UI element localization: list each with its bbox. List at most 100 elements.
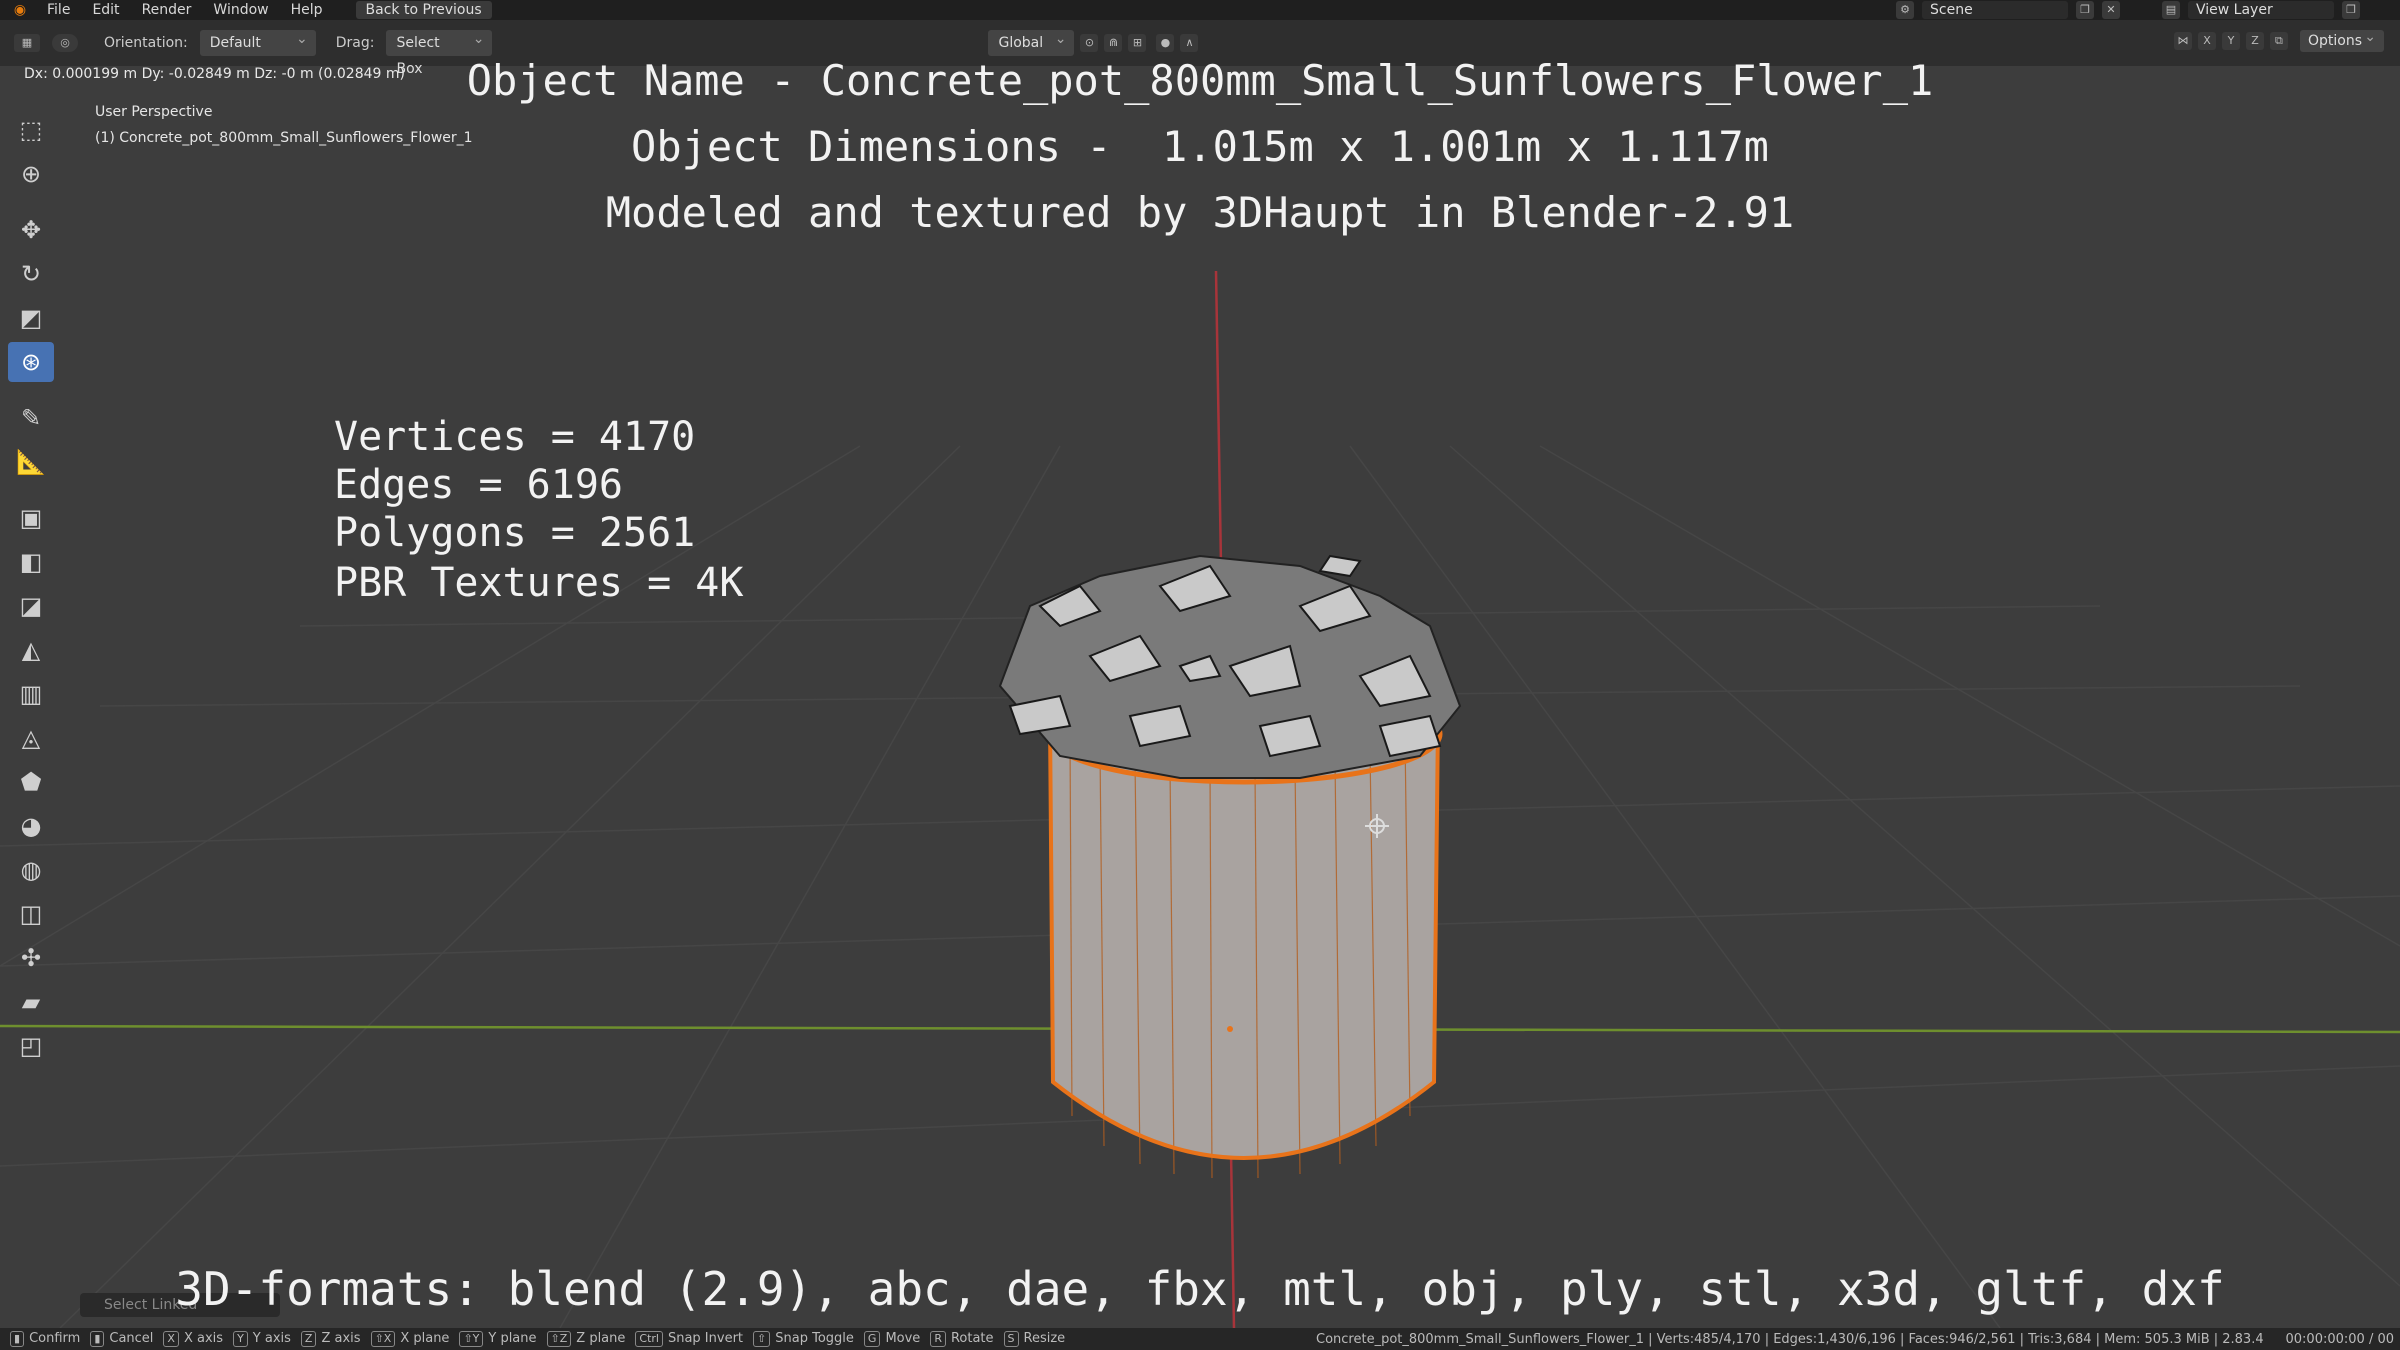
menu-window[interactable]: Window bbox=[202, 0, 279, 20]
formats-caption: 3D-formats: blend (2.9), abc, dae, fbx, … bbox=[175, 1262, 2225, 1316]
status-hint: ⇧X X plane bbox=[361, 1331, 450, 1347]
key-hint-icon: ⇧Y bbox=[459, 1331, 484, 1347]
viewport-perspective-label: User Perspective bbox=[95, 104, 213, 120]
new-scene-icon[interactable]: ❐ bbox=[2076, 1, 2094, 19]
vertices-caption: Vertices = 4170 bbox=[334, 414, 696, 460]
spin-tool-icon[interactable]: ◕ bbox=[8, 806, 54, 846]
loop-cut-tool-icon[interactable]: ▥ bbox=[8, 674, 54, 714]
status-hint: ⇧Y Y plane bbox=[449, 1331, 537, 1347]
view-layer-field[interactable]: View Layer bbox=[2188, 1, 2334, 19]
textures-caption: PBR Textures = 4K bbox=[334, 560, 744, 606]
key-hint-icon: ⇧Z bbox=[546, 1331, 572, 1347]
poly-build-tool-icon[interactable]: ⬟ bbox=[8, 762, 54, 802]
status-hint-label: Y plane bbox=[488, 1331, 537, 1346]
status-hint-label: Snap Toggle bbox=[775, 1331, 854, 1346]
view-layer-icon[interactable]: ▤ bbox=[2162, 1, 2180, 19]
orientation-label: Orientation: bbox=[104, 35, 188, 51]
add-cube-tool-icon[interactable]: ▣ bbox=[8, 498, 54, 538]
sunflowers-mesh[interactable] bbox=[998, 554, 1462, 779]
object-dimensions-caption: Object Dimensions - 1.015m x 1.001m x 1.… bbox=[631, 122, 1769, 171]
scene-icon[interactable]: ⚙ bbox=[1896, 1, 1914, 19]
status-hint: R Rotate bbox=[920, 1331, 994, 1347]
auto-merge-icon[interactable]: ⧉ bbox=[2269, 32, 2288, 50]
active-tool-icon[interactable]: ◎ bbox=[52, 34, 78, 52]
view-layer-selector: ▤ View Layer ❐ bbox=[2162, 0, 2360, 20]
key-hint-icon: Y bbox=[233, 1331, 248, 1347]
key-hint-icon: ▮ bbox=[10, 1331, 25, 1347]
status-hint: Ctrl Snap Invert bbox=[625, 1331, 744, 1347]
falloff-icon[interactable]: ∧ bbox=[1180, 34, 1199, 52]
status-hints: ▮ Confirm ▮ Cancel X X axis Y Y axis Z Z axis ⇧X X … bbox=[0, 1331, 1065, 1347]
status-hint-label: Y axis bbox=[252, 1331, 291, 1346]
editor-type-icon[interactable]: ▦ bbox=[14, 34, 40, 52]
back-to-previous-button[interactable]: Back to Previous bbox=[355, 1, 492, 19]
status-hint-label: X axis bbox=[183, 1331, 224, 1346]
menu-file[interactable]: File bbox=[36, 0, 81, 20]
menu-render[interactable]: Render bbox=[131, 0, 203, 20]
measure-tool-icon[interactable]: 📐 bbox=[8, 442, 54, 482]
key-hint-icon: G bbox=[863, 1331, 881, 1347]
transform-orientation-dropdown[interactable]: Global bbox=[988, 26, 1075, 56]
status-hint: ⇧ Snap Toggle bbox=[743, 1331, 854, 1347]
polygons-caption: Polygons = 2561 bbox=[334, 510, 696, 556]
status-hint: Z Z axis bbox=[291, 1331, 361, 1347]
rip-tool-icon[interactable]: ◰ bbox=[8, 1026, 54, 1066]
transform-tool-icon[interactable]: ⊛ bbox=[8, 342, 54, 382]
pivot-point-icon[interactable]: ⊙ bbox=[1080, 34, 1099, 52]
key-hint-icon: Ctrl bbox=[635, 1331, 663, 1347]
axis-z-toggle[interactable]: Z bbox=[2245, 32, 2264, 50]
status-hint: ▮ Cancel bbox=[80, 1331, 154, 1347]
shear-tool-icon[interactable]: ▰ bbox=[8, 982, 54, 1022]
drag-label: Drag: bbox=[335, 35, 375, 51]
bevel-tool-icon[interactable]: ◭ bbox=[8, 630, 54, 670]
status-bar: ▮ Confirm ▮ Cancel X X axis Y Y axis Z Z axis ⇧X X … bbox=[0, 1328, 2400, 1350]
axis-x-toggle[interactable]: X bbox=[2197, 32, 2216, 50]
scene-field[interactable]: Scene bbox=[1922, 1, 2068, 19]
menu-edit[interactable]: Edit bbox=[81, 0, 130, 20]
menu-help[interactable]: Help bbox=[280, 0, 334, 20]
snap-target-icon[interactable]: ⊞ bbox=[1128, 34, 1147, 52]
proportional-editing-icon[interactable]: ● bbox=[1156, 34, 1175, 52]
key-hint-icon: ⇧X bbox=[370, 1331, 396, 1347]
shrink-fatten-tool-icon[interactable]: ✣ bbox=[8, 938, 54, 978]
options-dropdown[interactable]: Options bbox=[2299, 26, 2384, 52]
status-hint-label: Confirm bbox=[29, 1331, 81, 1346]
rotate-tool-icon[interactable]: ↻ bbox=[8, 254, 54, 294]
snap-icon[interactable]: ⋒ bbox=[1104, 34, 1123, 52]
key-hint-icon: X bbox=[163, 1331, 179, 1347]
timecode: 00:00:00:00 / 00 bbox=[2285, 1332, 2395, 1347]
drag-dropdown[interactable]: Select Box bbox=[386, 26, 493, 77]
extrude-tool-icon[interactable]: ◧ bbox=[8, 542, 54, 582]
top-menu-bar: ◉ File Edit Render Window Help Back to P… bbox=[0, 0, 2400, 20]
status-hint-label: Cancel bbox=[109, 1331, 154, 1346]
annotate-tool-icon[interactable]: ✎ bbox=[8, 398, 54, 438]
scene-statistics: Concrete_pot_800mm_Small_Sunflowers_Flow… bbox=[1316, 1332, 2264, 1347]
status-hint: X X axis bbox=[153, 1331, 224, 1347]
status-hint-label: Resize bbox=[1023, 1331, 1066, 1346]
mirror-icon[interactable]: ⋈ bbox=[2173, 32, 2192, 50]
scale-tool-icon[interactable]: ◩ bbox=[8, 298, 54, 338]
status-hint-label: Move bbox=[885, 1331, 921, 1346]
key-hint-icon: R bbox=[930, 1331, 946, 1347]
edges-caption: Edges = 6196 bbox=[334, 462, 623, 508]
status-hint-label: Snap Invert bbox=[667, 1331, 744, 1346]
knife-tool-icon[interactable]: ◬ bbox=[8, 718, 54, 758]
blender-logo-icon[interactable]: ◉ bbox=[12, 2, 28, 18]
status-hint-label: Z axis bbox=[321, 1331, 361, 1346]
delete-scene-icon[interactable]: ✕ bbox=[2102, 1, 2120, 19]
left-toolbar: ⬚ ⊕ ✥ ↻ ◩ ⊛ ✎ 📐 ▣ ◧ ◪ ◭ ▥ ◬ ⬟ ◕ ◍ ◫ ✣ ▰ … bbox=[8, 106, 62, 1070]
status-hint: S Resize bbox=[994, 1331, 1066, 1347]
smooth-tool-icon[interactable]: ◍ bbox=[8, 850, 54, 890]
key-hint-icon: ⇧ bbox=[753, 1331, 771, 1347]
axis-y-toggle[interactable]: Y bbox=[2221, 32, 2240, 50]
status-hint-label: Z plane bbox=[576, 1331, 626, 1346]
viewport-3d[interactable] bbox=[0, 66, 2400, 1328]
status-hint-label: X plane bbox=[400, 1331, 450, 1346]
scene-selector: ⚙ Scene ❐ ✕ bbox=[1896, 0, 2120, 20]
new-view-layer-icon[interactable]: ❐ bbox=[2342, 1, 2360, 19]
object-name-caption: Object Name - Concrete_pot_800mm_Small_S… bbox=[466, 56, 1934, 105]
edge-slide-tool-icon[interactable]: ◫ bbox=[8, 894, 54, 934]
credit-caption: Modeled and textured by 3DHaupt in Blend… bbox=[605, 188, 1795, 237]
orientation-dropdown[interactable]: Default bbox=[199, 26, 316, 56]
inset-tool-icon[interactable]: ◪ bbox=[8, 586, 54, 626]
